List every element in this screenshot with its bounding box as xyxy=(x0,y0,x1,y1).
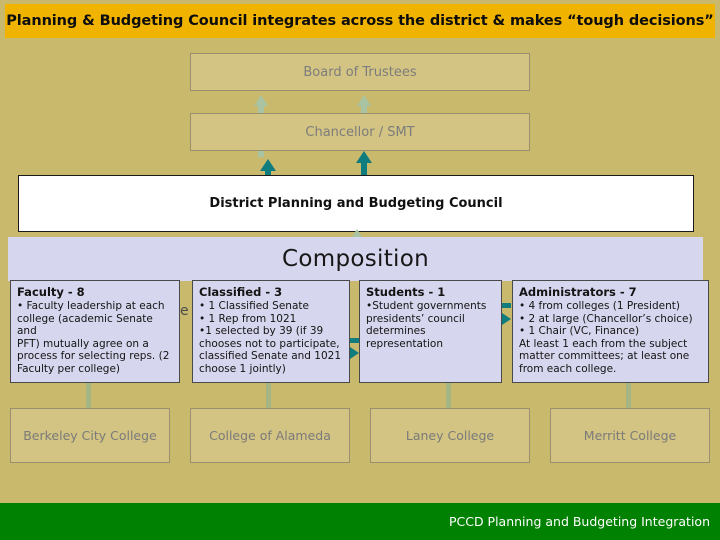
card-line: • 1 Rep from 1021 xyxy=(199,312,297,325)
card-line: •Student governments xyxy=(366,300,487,312)
card-line: • 2 at large (Chancellor’s choice) xyxy=(519,312,693,325)
card-line: • 1 Classified Senate xyxy=(199,300,309,312)
teal-marker-bar-2 xyxy=(502,303,511,308)
card-title: Faculty - 8 xyxy=(17,285,85,299)
teal-marker-arrow-2 xyxy=(502,313,511,325)
card-line: process for selecting reps. (2 xyxy=(17,350,170,363)
chancellor-smt-box[interactable]: Chancellor / SMT xyxy=(190,113,530,151)
connector-line-1 xyxy=(86,383,91,409)
card-line: determines xyxy=(366,325,426,338)
composition-card-students[interactable]: Students - 1 •Student governments presid… xyxy=(359,280,502,383)
teal-arrow-center xyxy=(356,151,372,175)
footer-bar: PCCD Planning and Budgeting Integration xyxy=(0,503,720,540)
college-box-merritt[interactable]: Merritt College xyxy=(550,408,710,463)
card-line: Faculty per college) xyxy=(17,362,121,375)
teal-marker-bar-1 xyxy=(350,338,359,343)
card-line: representation xyxy=(366,337,444,350)
teal-arrow-left xyxy=(260,159,276,175)
slide-title: Planning & Budgeting Council integrates … xyxy=(6,13,714,29)
college-box-berkeley-city[interactable]: Berkeley City College xyxy=(10,408,170,463)
board-of-trustees-label: Board of Trustees xyxy=(303,64,417,80)
card-line: • Faculty leadership at each xyxy=(17,300,165,312)
card-line: At least 1 each from the subject xyxy=(519,337,688,350)
card-line: • 1 Chair (VC, Finance) xyxy=(519,325,640,338)
chancellor-smt-label: Chancellor / SMT xyxy=(305,124,415,140)
card-title: Classified - 3 xyxy=(199,285,283,299)
card-line: chooses not to participate, xyxy=(199,337,340,350)
card-line: • 4 from colleges (1 President) xyxy=(519,300,680,312)
arrow-shaft xyxy=(361,163,367,175)
occluded-text-fragment: e xyxy=(180,303,189,319)
card-line: presidents’ council xyxy=(366,312,465,325)
composition-card-faculty[interactable]: Faculty - 8 • Faculty leadership at each… xyxy=(10,280,180,383)
card-line: PFT) mutually agree on a xyxy=(17,337,149,350)
card-line: matter committees; at least one xyxy=(519,350,690,363)
college-label: Laney College xyxy=(405,428,495,443)
footer-label: PCCD Planning and Budgeting Integration xyxy=(448,514,710,529)
composition-card-classified[interactable]: Classified - 3 • 1 Classified Senate • 1… xyxy=(192,280,350,383)
card-line: •1 selected by 39 (if 39 xyxy=(199,325,324,338)
card-line: college (academic Senate and xyxy=(17,312,153,338)
connector-line-4 xyxy=(626,383,631,409)
arrowhead xyxy=(356,151,372,163)
college-box-laney[interactable]: Laney College xyxy=(370,408,530,463)
college-box-alameda[interactable]: College of Alameda xyxy=(190,408,350,463)
board-of-trustees-box[interactable]: Board of Trustees xyxy=(190,53,530,91)
composition-card-administrators[interactable]: Administrators - 7 • 4 from colleges (1 … xyxy=(512,280,709,383)
composition-band: Composition xyxy=(8,237,703,281)
card-line: choose 1 jointly) xyxy=(199,362,286,375)
card-line: classified Senate and 1021 xyxy=(199,350,342,363)
arrowhead xyxy=(357,95,371,106)
faded-arrow-center xyxy=(357,95,371,115)
card-line: from each college. xyxy=(519,362,617,375)
college-label: Berkeley City College xyxy=(23,428,157,443)
arrowhead xyxy=(260,159,276,171)
district-planning-budgeting-council-box[interactable]: District Planning and Budgeting Council xyxy=(18,175,694,232)
connector-line-3 xyxy=(446,383,451,409)
connector-line-2 xyxy=(266,383,271,409)
arrowhead xyxy=(254,95,268,106)
college-label: Merritt College xyxy=(583,428,677,443)
card-title: Students - 1 xyxy=(366,285,446,299)
composition-heading: Composition xyxy=(282,246,429,272)
slide-title-bar: Planning & Budgeting Council integrates … xyxy=(5,4,715,38)
college-label: College of Alameda xyxy=(209,428,331,443)
slide-canvas: Planning & Budgeting Council integrates … xyxy=(0,0,720,540)
teal-marker-arrow-1 xyxy=(350,347,359,359)
card-title: Administrators - 7 xyxy=(519,285,637,299)
district-council-label: District Planning and Budgeting Council xyxy=(209,196,503,211)
